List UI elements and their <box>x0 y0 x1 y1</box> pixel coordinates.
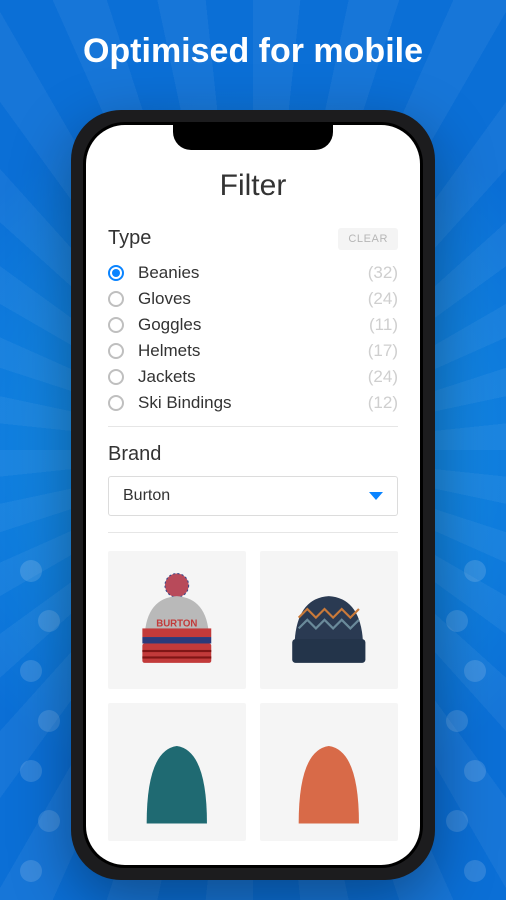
type-label: Jackets <box>138 367 368 387</box>
brand-select[interactable]: Burton <box>108 476 398 516</box>
type-count: (11) <box>369 315 398 335</box>
radio-icon <box>108 291 124 307</box>
product-card[interactable]: BURTON <box>108 551 246 689</box>
radio-icon <box>108 343 124 359</box>
promo-headline: Optimised for mobile <box>0 0 506 71</box>
type-label: Ski Bindings <box>138 393 368 413</box>
radio-icon <box>108 317 124 333</box>
svg-text:BURTON: BURTON <box>156 618 197 629</box>
product-card[interactable] <box>260 551 398 689</box>
radio-icon <box>108 265 124 281</box>
type-option-gloves[interactable]: Gloves (24) <box>108 286 398 312</box>
brand-selected-value: Burton <box>123 487 170 505</box>
type-option-beanies[interactable]: Beanies (32) <box>108 260 398 286</box>
type-option-jackets[interactable]: Jackets (24) <box>108 364 398 390</box>
beanie-folded-icon <box>275 566 383 674</box>
type-filter-list: Beanies (32) Gloves (24) Goggles (11) <box>108 260 398 427</box>
brand-section-label: Brand <box>108 443 398 466</box>
type-option-helmets[interactable]: Helmets (17) <box>108 338 398 364</box>
app-screen: Filter Type CLEAR Beanies (32) <box>86 125 420 865</box>
radio-icon <box>108 395 124 411</box>
beanie-pompom-icon: BURTON <box>123 566 231 674</box>
type-count: (32) <box>368 263 398 283</box>
phone-notch <box>173 122 333 150</box>
page-title: Filter <box>108 169 398 203</box>
type-label: Goggles <box>138 315 369 335</box>
product-card[interactable] <box>260 703 398 841</box>
type-count: (24) <box>368 289 398 309</box>
phone-frame: Filter Type CLEAR Beanies (32) <box>71 110 435 880</box>
product-grid: BURTON <box>108 551 398 841</box>
radio-icon <box>108 369 124 385</box>
type-count: (17) <box>368 341 398 361</box>
type-section-label: Type <box>108 227 151 250</box>
type-option-ski-bindings[interactable]: Ski Bindings (12) <box>108 390 398 416</box>
clear-button[interactable]: CLEAR <box>338 228 398 250</box>
type-count: (24) <box>368 367 398 387</box>
product-card[interactable] <box>108 703 246 841</box>
type-label: Gloves <box>138 289 368 309</box>
type-label: Helmets <box>138 341 368 361</box>
type-option-goggles[interactable]: Goggles (11) <box>108 312 398 338</box>
type-label: Beanies <box>138 263 368 283</box>
chevron-down-icon <box>369 492 383 500</box>
beanie-orange-icon <box>275 718 383 826</box>
beanie-teal-icon <box>123 718 231 826</box>
type-count: (12) <box>368 393 398 413</box>
